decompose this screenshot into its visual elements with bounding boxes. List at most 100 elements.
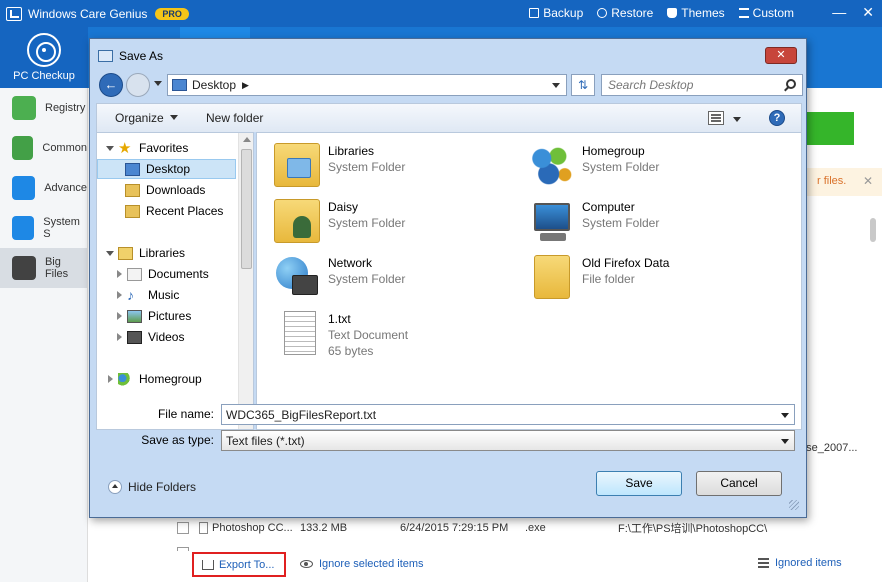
item-name: Old Firefox Data <box>582 256 670 270</box>
collapse-arrow-icon[interactable] <box>108 375 113 383</box>
recent-places-icon <box>125 204 140 218</box>
dialog-close-button[interactable]: ✕ <box>765 47 797 64</box>
nav-favorites[interactable]: ★ Favorites <box>106 138 188 158</box>
sidebar-item-registry[interactable]: Registry <box>0 88 87 128</box>
save-type-value: Text files (*.txt) <box>226 434 305 448</box>
list-item-homegroup[interactable]: Homegroup System Folder <box>528 141 778 193</box>
nav-libraries[interactable]: Libraries <box>106 243 185 263</box>
chevron-down-icon[interactable] <box>781 413 789 418</box>
eye-icon <box>300 560 313 568</box>
list-item-1-txt[interactable]: 1.txt Text Document 65 bytes <box>274 309 524 361</box>
save-type-select[interactable]: Text files (*.txt) <box>221 430 795 451</box>
sidebar-item-label: Advance <box>44 182 87 194</box>
notice-close-icon[interactable]: ✕ <box>863 174 873 188</box>
ignored-items-button[interactable]: Ignored items <box>758 557 842 569</box>
dialog-titlebar: Save As ✕ <box>90 39 806 73</box>
sidebar-item-system[interactable]: System S <box>0 208 87 248</box>
scroll-up-icon[interactable] <box>243 137 251 142</box>
hide-folders-button[interactable]: Hide Folders <box>108 480 196 494</box>
save-as-dialog: Save As ✕ ← Desktop ▶ ⇅ Search Desktop O… <box>89 38 807 518</box>
save-button[interactable]: Save <box>596 471 682 496</box>
sidebar-item-common[interactable]: Common <box>0 128 87 168</box>
computer-icon <box>528 199 574 243</box>
export-button[interactable]: Export To... <box>192 552 286 577</box>
nav-recent[interactable]: Recent Places <box>125 201 223 221</box>
homegroup-icon <box>528 143 574 187</box>
resize-grip[interactable] <box>789 500 799 510</box>
minimize-button[interactable]: — <box>832 4 846 21</box>
pc-checkup-tab[interactable]: PC Checkup <box>0 27 88 88</box>
table-row[interactable]: Photoshop CC... 133.2 MB 6/24/2015 7:29:… <box>170 517 870 539</box>
back-button[interactable]: ← <box>99 73 123 97</box>
address-bar[interactable]: Desktop ▶ <box>167 74 567 96</box>
search-icon[interactable] <box>786 79 796 89</box>
list-item-computer[interactable]: Computer System Folder <box>528 197 778 249</box>
folder-icon <box>12 256 36 280</box>
menu-custom[interactable]: Custom <box>738 6 794 20</box>
item-type: System Folder <box>328 216 406 230</box>
collapse-arrow-icon[interactable] <box>117 270 122 278</box>
pictures-icon <box>127 309 142 323</box>
top-menu: Backup Restore Themes Custom <box>529 6 794 20</box>
list-item-network[interactable]: Network System Folder <box>274 253 524 305</box>
nav-desktop[interactable]: Desktop <box>97 159 236 179</box>
collapse-arrow-icon[interactable] <box>117 291 122 299</box>
nav-label: Recent Places <box>146 204 224 218</box>
search-input[interactable]: Search Desktop <box>601 74 803 96</box>
row-size: 133.2 MB <box>300 522 348 534</box>
app-title: Windows Care Genius <box>28 6 148 21</box>
expand-icon[interactable] <box>106 145 114 151</box>
refresh-button[interactable]: ⇅ <box>571 74 595 96</box>
dialog-footer: Hide Folders Save Cancel <box>96 461 802 513</box>
expand-icon[interactable] <box>106 250 114 256</box>
sidebar-item-big-files[interactable]: Big Files <box>0 248 87 288</box>
export-label: Export To... <box>219 558 275 571</box>
cancel-button[interactable]: Cancel <box>696 471 782 496</box>
content-scrollbar[interactable] <box>870 218 876 242</box>
folder-icon <box>534 255 570 299</box>
ignore-selected-button[interactable]: Ignore selected items <box>300 558 424 570</box>
item-type: Text Document <box>328 328 409 342</box>
action-button[interactable] <box>800 112 854 145</box>
row-path: F:\工作\PS培训\PhotoshopCC\ <box>618 523 768 535</box>
collapse-arrow-icon[interactable] <box>117 333 122 341</box>
forward-button[interactable] <box>126 73 150 97</box>
view-options-icon[interactable] <box>708 111 724 125</box>
menu-backup-label: Backup <box>543 6 584 20</box>
file-name-field[interactable]: WDC365_BigFilesReport.txt <box>221 404 795 425</box>
dialog-toolbar: Organize New folder ? <box>96 103 802 132</box>
app-titlebar: Windows Care Genius PRO Backup Restore T… <box>0 0 882 27</box>
new-folder-button[interactable]: New folder <box>206 111 263 125</box>
list-item-libraries[interactable]: Libraries System Folder <box>274 141 524 193</box>
list-item-daisy[interactable]: Daisy System Folder <box>274 197 524 249</box>
nav-videos[interactable]: Videos <box>117 327 184 347</box>
row-name: Photoshop CC... <box>212 522 293 534</box>
nav-documents[interactable]: Documents <box>117 264 209 284</box>
nav-homegroup[interactable]: Homegroup <box>108 369 202 389</box>
chevron-down-icon <box>169 115 178 120</box>
pro-badge: PRO <box>155 7 189 20</box>
nav-pictures[interactable]: Pictures <box>117 306 191 326</box>
sidebar-item-advance[interactable]: Advance <box>0 168 87 208</box>
nav-scrollbar[interactable] <box>238 133 253 429</box>
address-dropdown[interactable] <box>552 83 560 88</box>
menu-themes[interactable]: Themes <box>667 6 725 20</box>
help-button[interactable]: ? <box>769 110 785 126</box>
menu-restore[interactable]: Restore <box>597 6 653 20</box>
collapse-arrow-icon[interactable] <box>117 312 122 320</box>
chevron-down-icon[interactable] <box>781 439 789 444</box>
menu-backup[interactable]: Backup <box>529 6 583 20</box>
view-dropdown[interactable] <box>733 117 741 122</box>
row-checkbox[interactable] <box>177 522 189 534</box>
nav-music[interactable]: ♪ Music <box>117 285 179 305</box>
nav-downloads[interactable]: Downloads <box>125 180 205 200</box>
recent-locations-dropdown[interactable] <box>154 81 162 86</box>
list-item-old-firefox-data[interactable]: Old Firefox Data File folder <box>528 253 778 305</box>
close-button[interactable]: ✕ <box>862 4 874 21</box>
organize-button[interactable]: Organize <box>115 111 178 125</box>
item-name: 1.txt <box>328 312 351 326</box>
file-name-value: WDC365_BigFilesReport.txt <box>226 408 377 422</box>
scroll-thumb[interactable] <box>241 149 252 269</box>
breadcrumb-arrow-icon[interactable]: ▶ <box>242 80 249 91</box>
item-type: System Folder <box>582 216 660 230</box>
